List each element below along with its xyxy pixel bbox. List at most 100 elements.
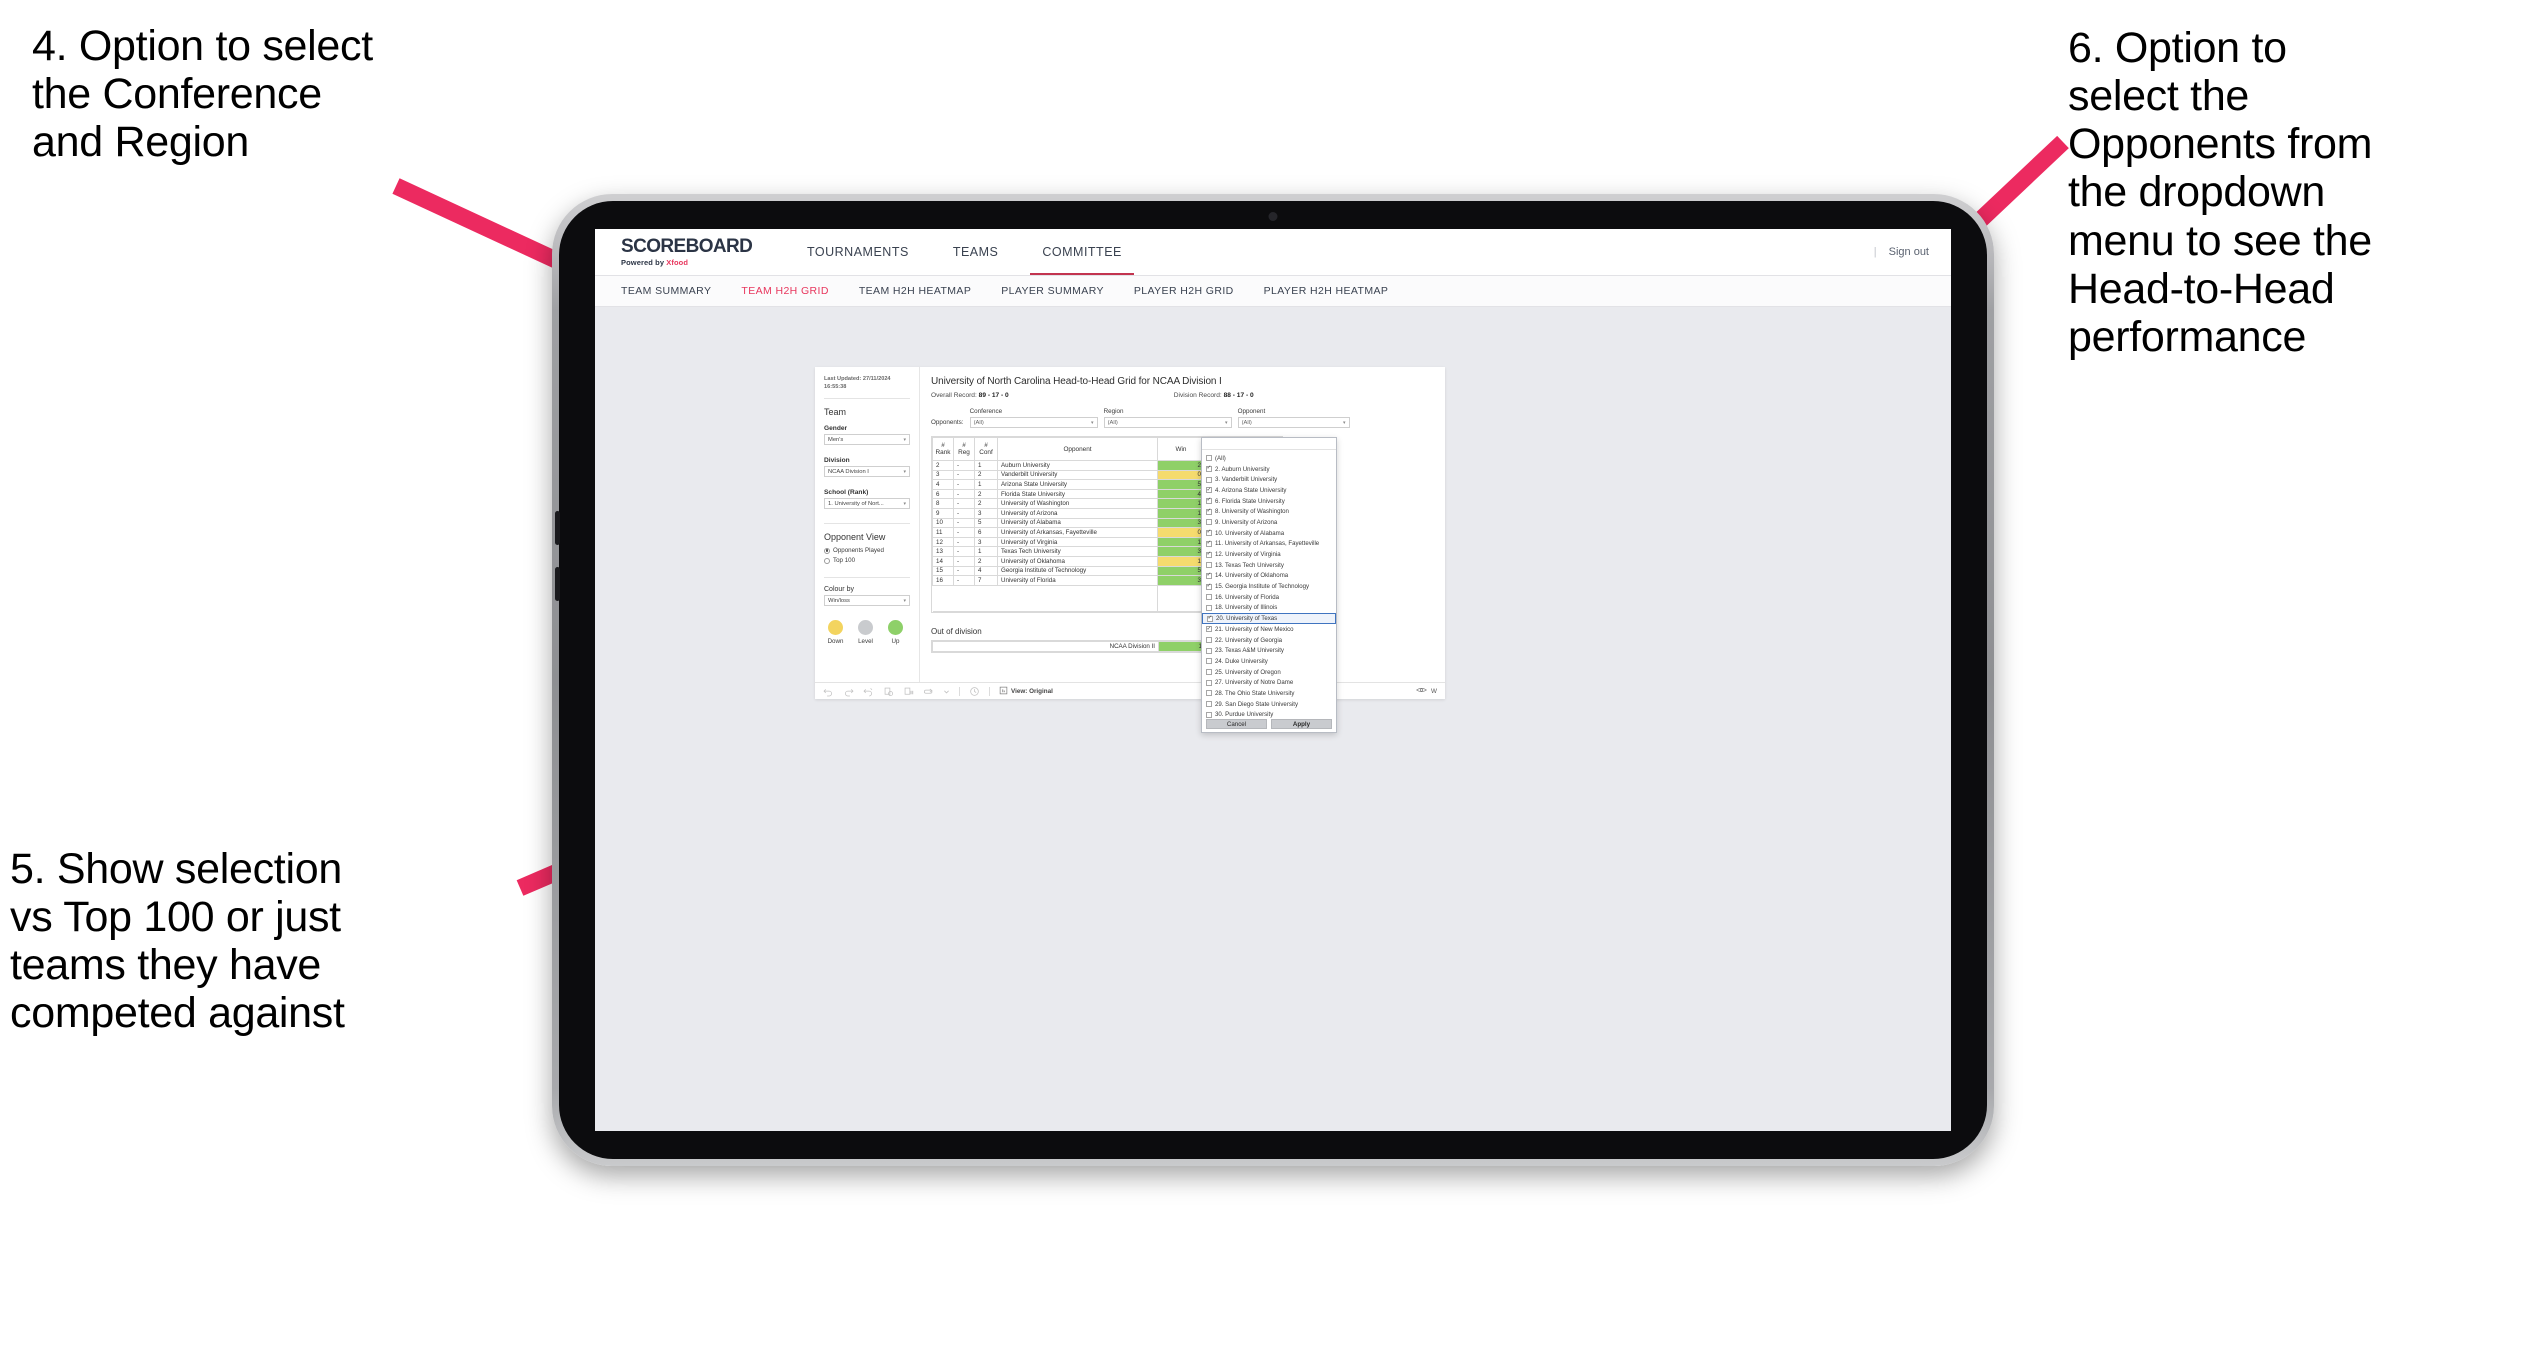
- col-header-reg[interactable]: # Reg: [953, 437, 975, 461]
- subnav-item-team-summary[interactable]: TEAM SUMMARY: [621, 285, 711, 297]
- cell-blank: [997, 584, 1158, 612]
- dropdown-option[interactable]: ✓ 15. Georgia Institute of Technology: [1202, 581, 1336, 592]
- checkbox-unchecked-icon[interactable]: [1206, 647, 1212, 654]
- opponent-dropdown-menu[interactable]: (All) ✓ 2. Auburn University 3. Vanderbilt …: [1201, 437, 1337, 733]
- dropdown-option[interactable]: ✓ 21. University of New Mexico: [1202, 624, 1336, 635]
- cell-win: 5: [1157, 479, 1205, 490]
- checkbox-unchecked-icon[interactable]: [1206, 679, 1212, 686]
- history-icon[interactable]: [969, 686, 980, 697]
- col-header-win[interactable]: Win: [1157, 437, 1205, 461]
- dropdown-option[interactable]: 3. Vanderbilt University: [1202, 474, 1336, 485]
- region-filter-caption: Region: [1103, 408, 1124, 415]
- gender-select[interactable]: Men's ▾: [824, 434, 910, 446]
- eye-icon[interactable]: [1416, 686, 1428, 696]
- dropdown-option[interactable]: 16. University of Florida: [1202, 592, 1336, 603]
- dropdown-option[interactable]: ✓ 14. University of Oklahoma: [1202, 571, 1336, 582]
- nav-item-teams[interactable]: TEAMS: [931, 229, 1021, 275]
- dropdown-option[interactable]: 18. University of Illinois: [1202, 603, 1336, 614]
- cell-reg: -: [953, 507, 975, 519]
- dropdown-option[interactable]: 13. Texas Tech University: [1202, 560, 1336, 571]
- dropdown-option[interactable]: 23. Texas A&M University: [1202, 645, 1336, 656]
- watch-label[interactable]: W: [1431, 688, 1437, 695]
- dropdown-option[interactable]: 30. Purdue University: [1202, 710, 1336, 718]
- region-filter-select[interactable]: (All) ▾: [1103, 417, 1232, 428]
- checkbox-unchecked-icon[interactable]: [1206, 604, 1212, 611]
- checkbox-unchecked-icon[interactable]: [1206, 669, 1212, 676]
- dropdown-option[interactable]: 27. University of Notre Dame: [1202, 677, 1336, 688]
- pause-data-icon[interactable]: [903, 686, 914, 697]
- checkbox-checked-icon[interactable]: ✓: [1206, 626, 1212, 633]
- checkbox-unchecked-icon[interactable]: [1206, 594, 1212, 601]
- checkbox-unchecked-icon[interactable]: [1206, 455, 1212, 462]
- dropdown-option[interactable]: ✓ 11. University of Arkansas, Fayettevill…: [1202, 539, 1336, 550]
- dropdown-option[interactable]: ✓ 20. University of Texas: [1202, 613, 1336, 624]
- col-header-conf[interactable]: # Conf: [974, 437, 998, 461]
- nav-item-tournaments[interactable]: TOURNAMENTS: [785, 229, 931, 275]
- opponent-dropdown-search-input[interactable]: [1202, 438, 1336, 450]
- opponent-dropdown-list[interactable]: (All) ✓ 2. Auburn University 3. Vanderbilt …: [1202, 450, 1336, 718]
- ood-win: 1: [1158, 640, 1206, 652]
- subnav-item-team-h2h-grid[interactable]: TEAM H2H GRID: [741, 285, 828, 297]
- dropdown-option[interactable]: (All): [1202, 453, 1336, 464]
- checkbox-checked-icon[interactable]: ✓: [1206, 540, 1212, 547]
- apply-button[interactable]: Apply: [1271, 719, 1332, 729]
- checkbox-checked-icon[interactable]: ✓: [1206, 572, 1212, 579]
- checkbox-unchecked-icon[interactable]: [1206, 562, 1212, 569]
- volume-up-button[interactable]: [555, 511, 560, 545]
- school-rank-select[interactable]: 1. University of Nort... ▾: [824, 498, 910, 510]
- radio-top-100[interactable]: Top 100: [824, 557, 910, 564]
- dropdown-option[interactable]: ✓ 12. University of Virginia: [1202, 549, 1336, 560]
- sign-out-link[interactable]: Sign out: [1889, 246, 1929, 258]
- col-header-opponent[interactable]: Opponent: [997, 437, 1158, 461]
- checkbox-checked-icon[interactable]: ✓: [1206, 508, 1212, 515]
- checkbox-unchecked-icon[interactable]: [1206, 658, 1212, 665]
- checkbox-unchecked-icon[interactable]: [1206, 519, 1212, 526]
- dropdown-option[interactable]: 29. San Diego State University: [1202, 699, 1336, 710]
- dropdown-option[interactable]: 22. University of Georgia: [1202, 635, 1336, 646]
- refresh-data-icon[interactable]: [883, 686, 894, 697]
- dropdown-option[interactable]: 25. University of Oregon: [1202, 667, 1336, 678]
- volume-down-button[interactable]: [555, 567, 560, 601]
- radio-opponents-played[interactable]: Opponents Played: [824, 547, 910, 554]
- dropdown-option[interactable]: 28. The Ohio State University: [1202, 688, 1336, 699]
- chevron-down-icon[interactable]: [943, 686, 950, 697]
- checkbox-unchecked-icon[interactable]: [1206, 476, 1212, 483]
- dropdown-option[interactable]: ✓ 2. Auburn University: [1202, 464, 1336, 475]
- col-header-rank[interactable]: # Rank: [932, 437, 954, 461]
- dropdown-option[interactable]: ✓ 10. University of Alabama: [1202, 528, 1336, 539]
- revert-icon[interactable]: [863, 686, 874, 697]
- view-original-button[interactable]: View: Original: [999, 686, 1053, 697]
- dropdown-option[interactable]: 24. Duke University: [1202, 656, 1336, 667]
- checkbox-checked-icon[interactable]: ✓: [1206, 551, 1212, 558]
- dropdown-option[interactable]: ✓ 6. Florida State University: [1202, 496, 1336, 507]
- app-logo[interactable]: SCOREBOARD Powered by Xfood: [621, 237, 759, 267]
- subnav-item-team-h2h-heatmap[interactable]: TEAM H2H HEATMAP: [859, 285, 971, 297]
- dropdown-option[interactable]: 9. University of Arizona: [1202, 517, 1336, 528]
- checkbox-checked-icon[interactable]: ✓: [1207, 615, 1213, 622]
- colour-by-select[interactable]: Win/loss ▾: [824, 595, 910, 607]
- checkbox-checked-icon[interactable]: ✓: [1206, 583, 1212, 590]
- checkbox-unchecked-icon[interactable]: [1206, 690, 1212, 697]
- cancel-button[interactable]: Cancel: [1206, 719, 1267, 729]
- checkbox-checked-icon[interactable]: ✓: [1206, 497, 1212, 505]
- checkbox-unchecked-icon[interactable]: [1206, 637, 1212, 644]
- conference-filter-select[interactable]: (All) ▾: [969, 417, 1098, 428]
- dropdown-option[interactable]: ✓ 4. Arizona State University: [1202, 485, 1336, 496]
- cell-reg: -: [953, 555, 975, 567]
- subnav-item-player-h2h-heatmap[interactable]: PLAYER H2H HEATMAP: [1264, 285, 1389, 297]
- checkbox-checked-icon[interactable]: ✓: [1206, 465, 1212, 473]
- division-record: Division Record: 88 - 17 - 0: [1174, 392, 1254, 399]
- share-icon[interactable]: [923, 686, 934, 697]
- redo-icon[interactable]: [843, 686, 854, 697]
- subnav-item-player-summary[interactable]: PLAYER SUMMARY: [1001, 285, 1104, 297]
- checkbox-checked-icon[interactable]: ✓: [1206, 530, 1212, 537]
- checkbox-unchecked-icon[interactable]: [1206, 701, 1212, 708]
- subnav-item-player-h2h-grid[interactable]: PLAYER H2H GRID: [1134, 285, 1234, 297]
- undo-icon[interactable]: [823, 686, 834, 697]
- checkbox-unchecked-icon[interactable]: [1206, 711, 1212, 718]
- checkbox-checked-icon[interactable]: ✓: [1206, 487, 1212, 494]
- dropdown-option[interactable]: ✓ 8. University of Washington: [1202, 506, 1336, 517]
- nav-item-committee[interactable]: COMMITTEE: [1020, 229, 1144, 275]
- division-select[interactable]: NCAA Division I ▾: [824, 466, 910, 478]
- opponent-filter-select[interactable]: (All) ▾: [1237, 417, 1350, 428]
